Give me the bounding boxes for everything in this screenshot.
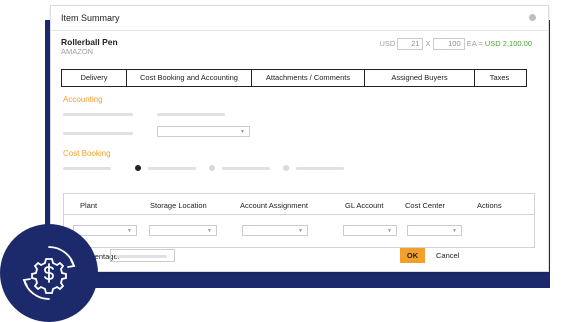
percentage-input[interactable] <box>110 249 175 262</box>
table-header: Plant Storage Location Account Assignmen… <box>64 194 534 215</box>
ok-button[interactable]: OK <box>400 248 425 263</box>
chevron-down-icon: ▼ <box>387 228 392 234</box>
accounting-heading: Accounting <box>63 95 103 104</box>
cancel-button[interactable]: Cancel <box>436 251 459 260</box>
item-summary-dialog: Item Summary Rollerball Pen AMAZON USD 2… <box>50 5 549 272</box>
vendor-name: AMAZON <box>61 47 94 56</box>
accounting-select[interactable]: ▼ <box>157 126 250 137</box>
storage-location-select[interactable]: ▼ <box>149 225 217 236</box>
cost-booking-radio-1[interactable] <box>135 165 141 171</box>
cost-booking-radio-2[interactable] <box>209 165 215 171</box>
dialog-titlebar: Item Summary <box>51 6 548 31</box>
chevron-down-icon: ▼ <box>298 228 303 234</box>
close-icon[interactable] <box>529 14 536 21</box>
tab-taxes[interactable]: Taxes <box>475 70 524 86</box>
placeholder-line <box>63 113 133 116</box>
chevron-down-icon: ▼ <box>207 228 212 234</box>
placeholder-line <box>296 167 344 170</box>
col-gl-account: GL Account <box>345 201 384 210</box>
times-label: X <box>425 38 431 48</box>
dialog-title: Item Summary <box>61 13 120 23</box>
cost-booking-heading: Cost Booking <box>63 149 111 158</box>
unit-price-field[interactable]: 21 <box>397 38 424 50</box>
gl-account-select[interactable]: ▼ <box>343 225 397 236</box>
account-assignment-select[interactable]: ▼ <box>242 225 308 236</box>
placeholder-line <box>157 113 225 116</box>
col-account-assignment: Account Assignment <box>240 201 308 210</box>
col-plant: Plant <box>80 201 98 210</box>
placeholder-line <box>115 255 167 258</box>
col-actions: Actions <box>477 201 502 210</box>
placeholder-line <box>222 167 270 170</box>
price-line: USD 21 X 100 EA = USD 2,100.00 <box>379 38 532 50</box>
total-amount: USD 2,100.00 <box>484 38 532 48</box>
tab-attachments[interactable]: Attachments / Comments <box>252 70 365 86</box>
quantity-field[interactable]: 100 <box>432 38 465 50</box>
chevron-down-icon: ▼ <box>452 228 457 234</box>
col-storage-location: Storage Location <box>150 201 207 210</box>
placeholder-line <box>148 167 196 170</box>
item-name: Rollerball Pen <box>61 37 118 47</box>
plant-select[interactable]: ▼ <box>73 225 137 236</box>
chevron-down-icon: ▼ <box>240 129 245 135</box>
cost-assignment-table: Plant Storage Location Account Assignmen… <box>63 193 535 248</box>
cost-center-select[interactable]: ▼ <box>407 225 462 236</box>
tab-assigned-buyers[interactable]: Assigned Buyers <box>365 70 475 86</box>
cost-booking-radio-3[interactable] <box>283 165 289 171</box>
chevron-down-icon: ▼ <box>127 228 132 234</box>
dollar-cog-cycle-icon <box>22 246 76 300</box>
col-cost-center: Cost Center <box>405 201 446 210</box>
tab-bar: Delivery Cost Booking and Accounting Att… <box>61 69 527 87</box>
placeholder-line <box>63 132 133 135</box>
uom-label: EA = <box>466 38 483 48</box>
placeholder-line <box>63 167 111 170</box>
tab-delivery[interactable]: Delivery <box>62 70 127 86</box>
tab-cost-booking[interactable]: Cost Booking and Accounting <box>127 70 252 86</box>
currency-label: USD <box>379 38 396 48</box>
dollar-cog-badge <box>0 224 98 322</box>
